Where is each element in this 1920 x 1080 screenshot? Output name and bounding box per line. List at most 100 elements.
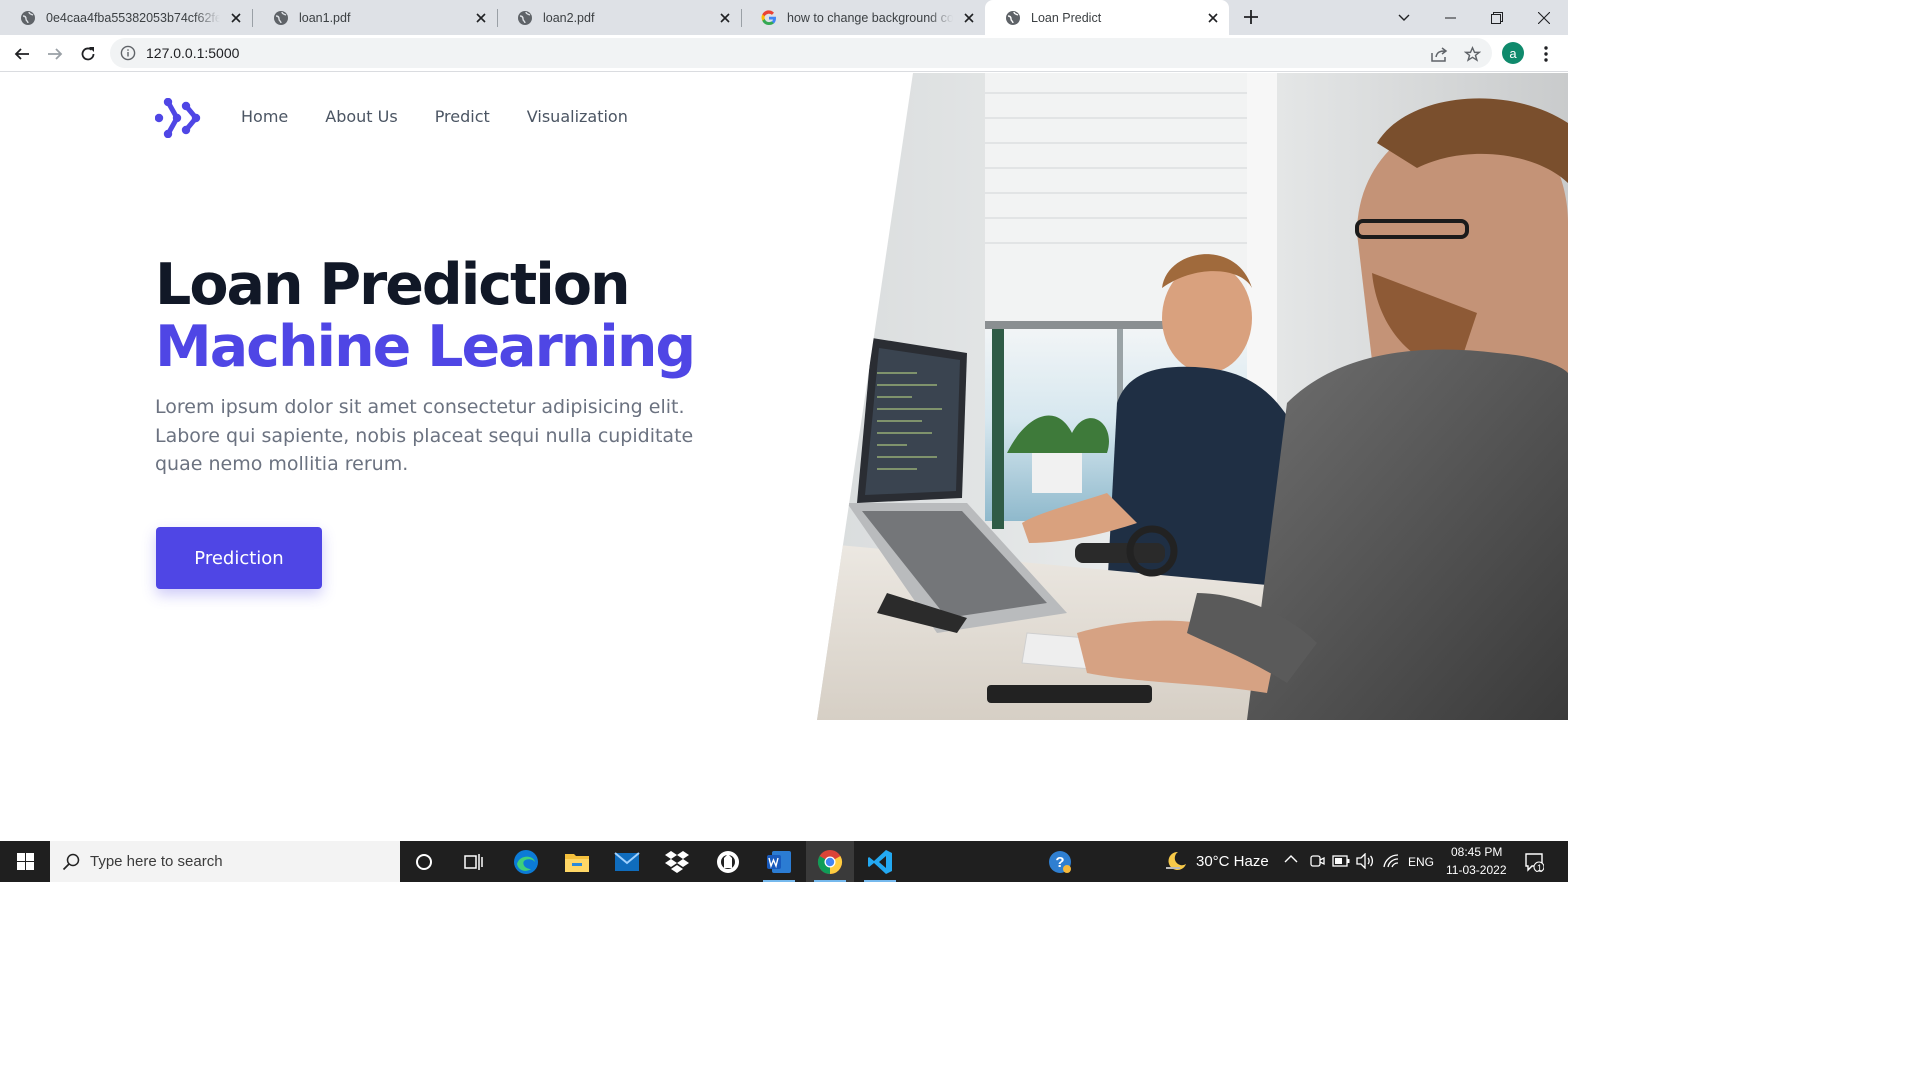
chrome-app[interactable] — [806, 841, 854, 882]
new-tab-button[interactable] — [1239, 5, 1263, 29]
browser-tab-1[interactable]: loan1.pdf — [253, 0, 497, 35]
minimize-button[interactable] — [1427, 0, 1473, 35]
word-icon — [767, 850, 791, 873]
mail-app[interactable] — [603, 841, 651, 882]
url-text: 127.0.0.1:5000 — [146, 45, 240, 61]
chevron-up-icon[interactable] — [1284, 854, 1298, 864]
search-icon — [62, 853, 80, 870]
plus-icon — [1244, 10, 1258, 24]
hero-title-line2: Machine Learning — [155, 314, 696, 380]
help-icon: ? — [1049, 850, 1071, 873]
hero-title-line1: Loan Prediction — [155, 252, 631, 318]
globe-icon — [518, 10, 532, 25]
browser-tab-0[interactable]: 0e4caa4fba55382053b74cf62fe7c — [0, 0, 252, 35]
folder-icon — [565, 853, 589, 872]
address-bar[interactable]: 127.0.0.1:5000 — [110, 38, 1492, 68]
chrome-icon — [817, 849, 843, 874]
minimize-icon — [1444, 17, 1456, 18]
info-icon[interactable] — [120, 45, 136, 61]
profile-avatar[interactable]: a — [1502, 42, 1524, 64]
dropbox-app[interactable] — [653, 841, 701, 882]
github-app[interactable] — [704, 841, 752, 882]
close-icon — [1538, 11, 1550, 24]
active-app-indicator — [763, 880, 795, 882]
weather-text[interactable]: 30°C Haze — [1196, 853, 1269, 870]
tab-title: loan2.pdf — [543, 10, 595, 25]
hero-description: Lorem ipsum dolor sit amet consectetur a… — [155, 396, 694, 475]
active-app-indicator — [864, 880, 896, 882]
close-tab-icon[interactable] — [471, 8, 491, 28]
edge-icon — [514, 849, 538, 874]
clock-date[interactable]: 11-03-2022 — [1446, 863, 1507, 877]
tab-title: how to change background color — [787, 10, 953, 25]
restore-icon — [1491, 11, 1503, 24]
share-button[interactable] — [1425, 40, 1453, 68]
back-button[interactable] — [8, 40, 36, 68]
nav-about-us[interactable]: About Us — [325, 107, 397, 126]
help-app[interactable]: ? — [1036, 841, 1084, 882]
tab-title: loan1.pdf — [299, 10, 351, 25]
nav-predict[interactable]: Predict — [435, 107, 490, 126]
close-tab-icon[interactable] — [1203, 8, 1223, 28]
close-tab-icon[interactable] — [226, 8, 246, 28]
globe-icon — [1006, 10, 1020, 25]
close-tab-icon[interactable] — [959, 8, 979, 28]
globe-icon — [274, 10, 288, 25]
hero-title: Loan Prediction Machine Learning — [155, 252, 696, 380]
dropbox-icon — [665, 850, 689, 873]
word-app[interactable] — [755, 841, 803, 882]
edge-app[interactable] — [502, 841, 550, 882]
taskbar-search-box[interactable]: Type here to search — [50, 841, 400, 882]
windows-taskbar: Type here to search ? 30°C Haze ENG 08:4… — [0, 841, 1568, 882]
reload-icon — [81, 47, 95, 61]
office-photo-illustration — [817, 73, 1568, 720]
tab-title: 0e4caa4fba55382053b74cf62fe7c — [46, 10, 220, 25]
browser-tab-active[interactable]: Loan Predict — [985, 0, 1229, 35]
battery-icon[interactable] — [1332, 855, 1350, 867]
restore-button[interactable] — [1474, 0, 1520, 35]
share-icon — [1430, 47, 1447, 62]
search-placeholder: Type here to search — [90, 853, 223, 870]
input-language[interactable]: ENG — [1408, 855, 1434, 869]
globe-icon — [21, 10, 35, 25]
reload-button[interactable] — [74, 40, 102, 68]
file-explorer-app[interactable] — [553, 841, 601, 882]
logo-icon[interactable] — [155, 98, 201, 138]
page-content: Home About Us Predict Visualization Loan… — [0, 73, 1568, 841]
wifi-icon[interactable] — [1382, 853, 1400, 869]
tab-title: Loan Predict — [1031, 10, 1102, 25]
weather-moon-icon — [1166, 851, 1186, 870]
nav-home[interactable]: Home — [241, 107, 288, 126]
main-nav: Home About Us Predict Visualization — [241, 107, 665, 126]
task-view-button[interactable] — [450, 841, 498, 882]
browser-tab-3[interactable]: how to change background color — [741, 0, 985, 35]
google-icon — [761, 9, 776, 25]
mail-icon — [614, 851, 640, 871]
volume-icon[interactable] — [1356, 853, 1374, 869]
forward-button[interactable] — [41, 40, 69, 68]
notification-count: 1 — [1537, 863, 1543, 873]
bookmark-button[interactable] — [1458, 40, 1486, 68]
browser-menu-button[interactable] — [1532, 40, 1560, 68]
nav-visualization[interactable]: Visualization — [527, 107, 628, 126]
star-icon — [1463, 45, 1481, 62]
vscode-icon — [868, 849, 892, 874]
start-button[interactable] — [0, 841, 50, 882]
meet-now-icon[interactable] — [1309, 853, 1325, 869]
close-tab-icon[interactable] — [715, 8, 735, 28]
task-view-icon — [464, 853, 483, 870]
arrow-left-icon — [14, 48, 29, 60]
vscode-app[interactable] — [856, 841, 904, 882]
tab-search-button[interactable] — [1381, 0, 1427, 35]
browser-tab-strip: 0e4caa4fba55382053b74cf62fe7c loan1.pdf … — [0, 0, 1568, 35]
hero-image — [817, 73, 1568, 720]
arrow-right-icon — [48, 48, 63, 60]
cortana-button[interactable] — [400, 841, 448, 882]
clock-time[interactable]: 08:45 PM — [1451, 845, 1502, 859]
close-window-button[interactable] — [1521, 0, 1567, 35]
windows-logo-icon — [16, 853, 34, 870]
github-icon — [717, 850, 739, 873]
browser-tab-2[interactable]: loan2.pdf — [497, 0, 741, 35]
prediction-button[interactable]: Prediction — [156, 527, 322, 589]
kebab-menu-icon — [1544, 46, 1548, 62]
